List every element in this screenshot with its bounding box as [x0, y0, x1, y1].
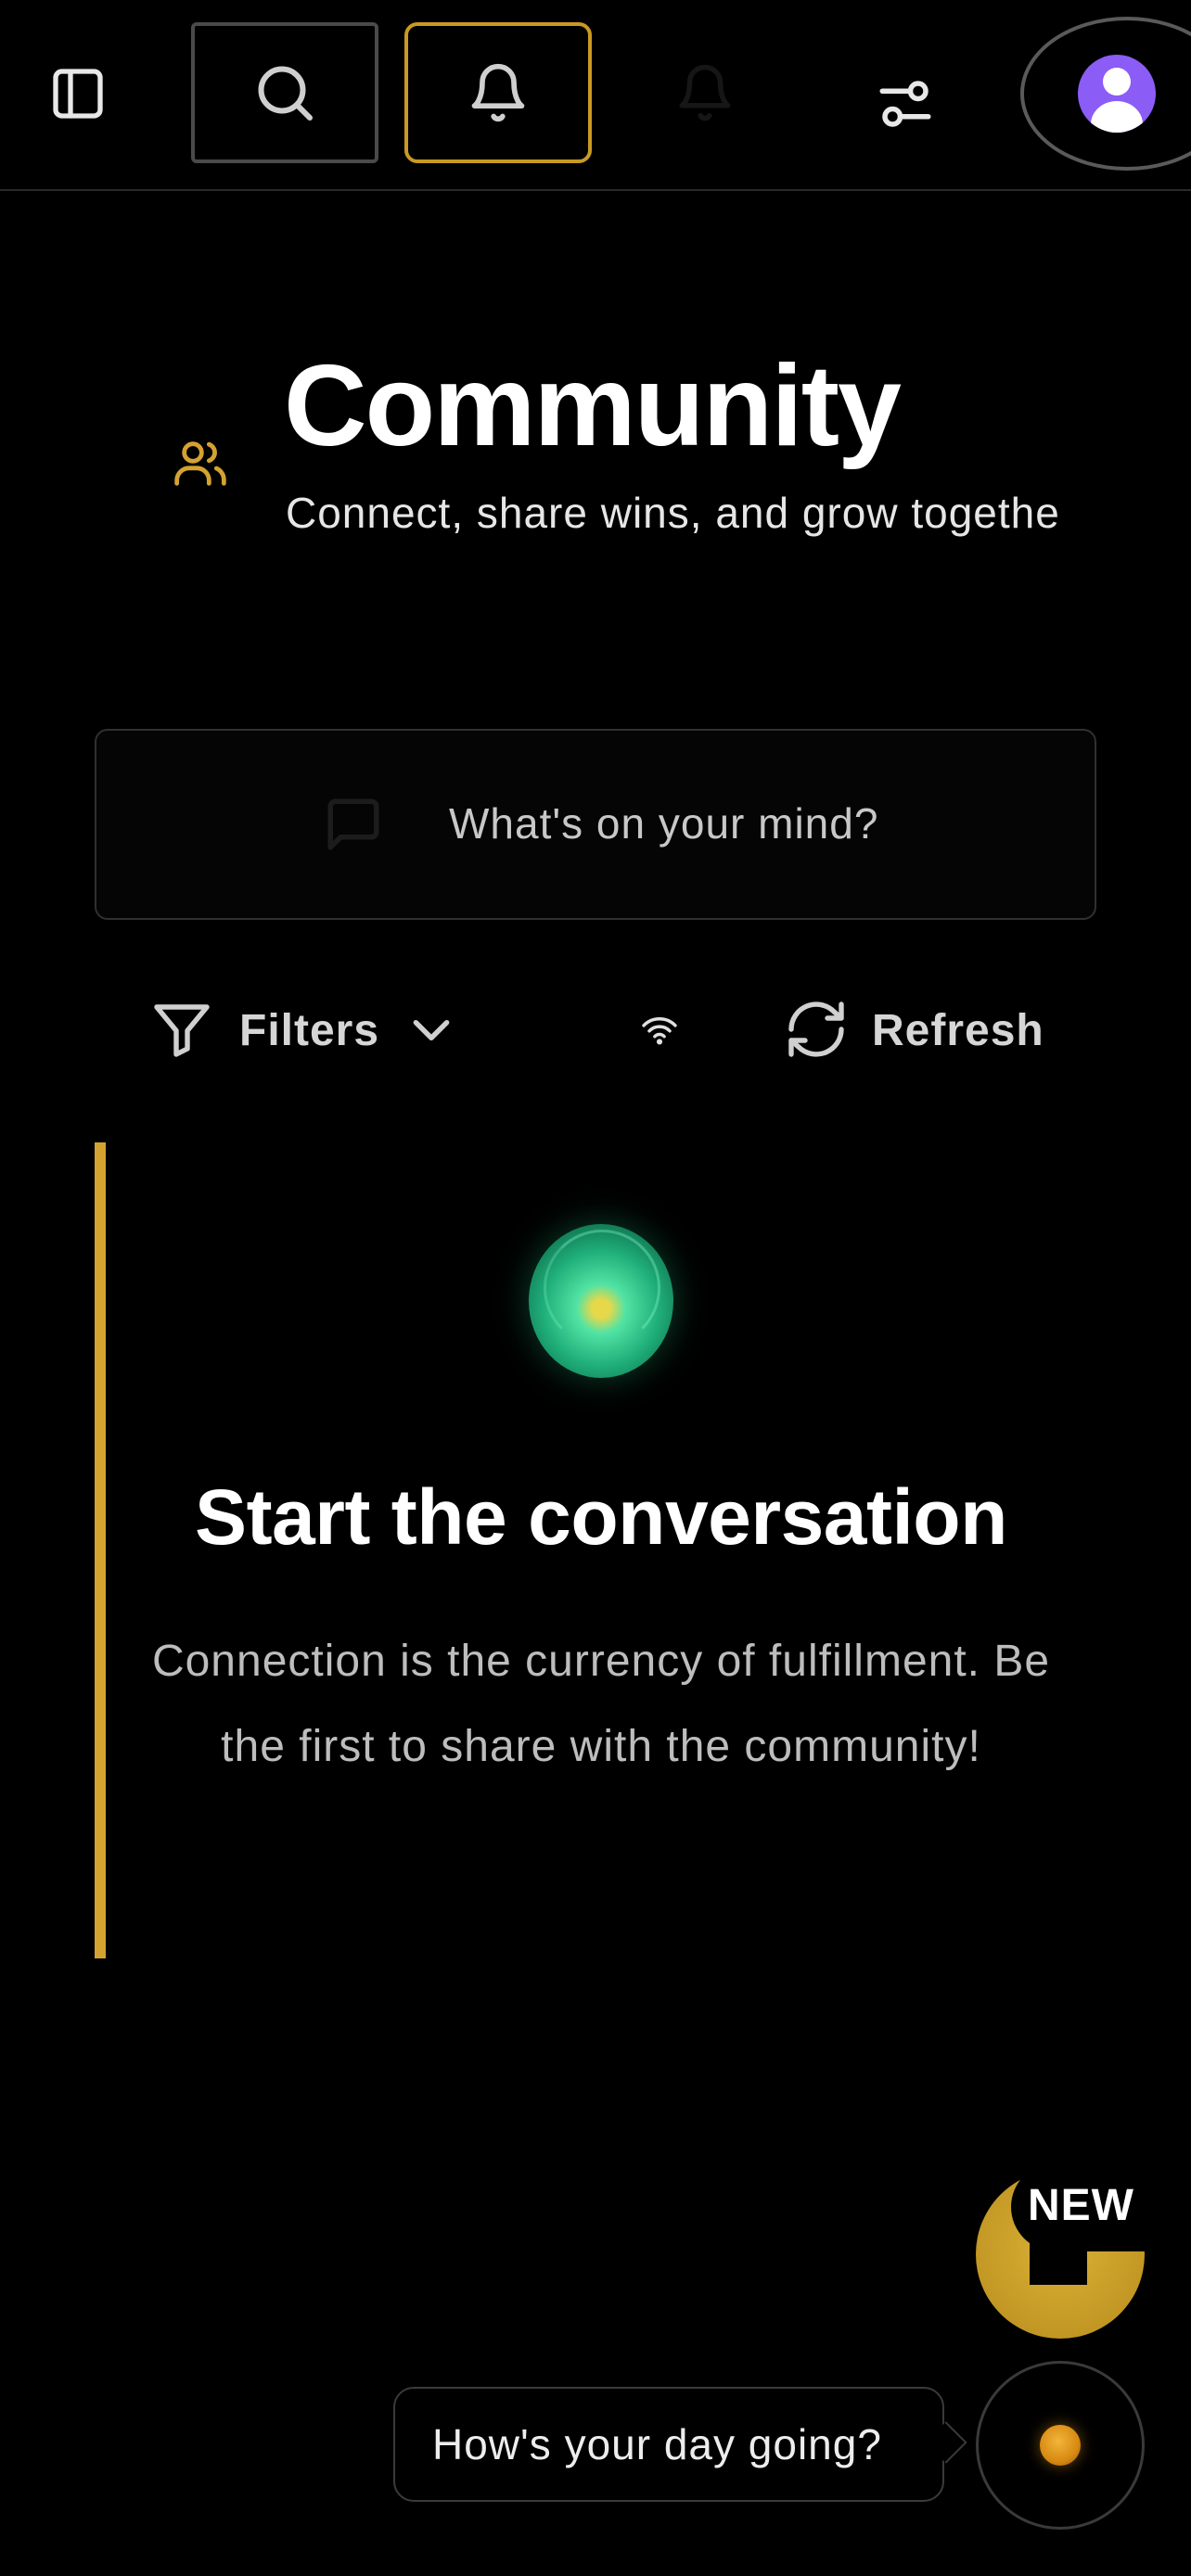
top-nav-bar — [0, 0, 1191, 191]
filter-icon[interactable] — [148, 996, 215, 1063]
empty-state-body: Connection is the currency of fulfillmen… — [151, 1637, 1051, 1771]
profile-button[interactable] — [1020, 17, 1191, 171]
page-title: Community — [284, 342, 902, 470]
chat-bubble-icon — [323, 794, 384, 855]
assistant-chat-button[interactable] — [976, 2361, 1145, 2530]
user-avatar-icon — [1078, 55, 1156, 133]
filters-button[interactable]: Filters — [239, 1003, 379, 1059]
bell-icon — [471, 63, 525, 122]
refresh-icon[interactable] — [783, 996, 850, 1063]
page-subtitle: Connect, share wins, and grow togethe — [286, 489, 1060, 537]
assistant-orb-icon — [1040, 2425, 1081, 2466]
sidebar-toggle-button[interactable] — [32, 41, 124, 147]
search-icon — [258, 66, 313, 121]
chat-prompt-text[interactable]: How's your day going? — [432, 2417, 882, 2472]
search-button[interactable] — [191, 22, 378, 163]
chevron-down-icon[interactable] — [408, 1011, 455, 1050]
wifi-icon — [640, 1014, 679, 1046]
empty-state-title: Start the conversation — [195, 1473, 1007, 1561]
ghost-notifications-button[interactable] — [664, 45, 746, 141]
sliders-icon — [879, 81, 931, 127]
sidebar-toggle-icon — [53, 69, 103, 119]
glowing-orb-icon — [529, 1224, 673, 1378]
composer-placeholder[interactable]: What's on your mind? — [449, 796, 878, 851]
bell-icon — [679, 64, 731, 121]
users-icon — [171, 434, 230, 493]
refresh-button[interactable]: Refresh — [872, 1003, 1044, 1059]
new-badge-label: NEW — [1028, 2181, 1134, 2230]
notifications-button[interactable] — [404, 22, 592, 163]
settings-button[interactable] — [859, 56, 952, 152]
